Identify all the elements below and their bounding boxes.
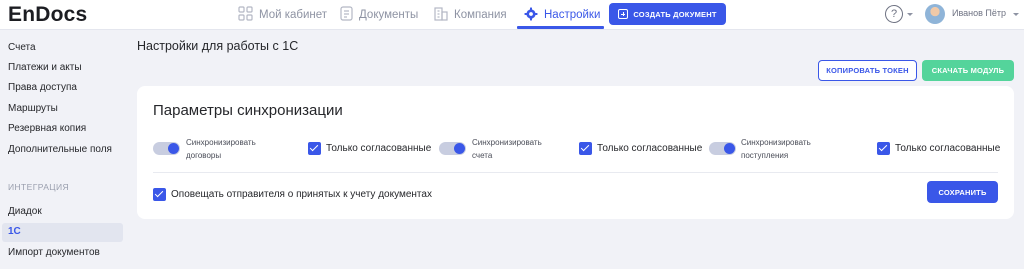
nav-item-cabinet[interactable]: Мой кабинет [238,0,327,30]
page-title: Настройки для работы с 1С [137,39,299,53]
sync-invoices-label: Синхронизировать счета [472,136,542,162]
sync-receipts-label-line1: Синхронизировать [741,138,811,147]
create-document-label: СОЗДАТЬ ДОКУМЕНТ [633,9,717,19]
chevron-down-icon[interactable] [907,13,913,16]
user-name[interactable]: Иванов Пётр [952,8,1006,18]
sync-contracts-label-line1: Синхронизировать [186,138,256,147]
sidebar-item-routes[interactable]: Маршруты [8,103,58,114]
sync-invoices-toggle[interactable] [439,142,466,155]
sidebar-item-import[interactable]: Импорт документов [8,247,100,258]
plus-icon [618,9,629,19]
active-tab-indicator [517,26,604,29]
nav-label-company: Компания [454,9,507,21]
top-bar: EnDocs Мой кабинет Документы Компания На… [0,0,1024,30]
chevron-down-icon[interactable] [1013,13,1019,16]
only-approved-receipts-checkbox[interactable] [877,142,890,155]
notify-sender-checkbox[interactable] [153,188,166,201]
sidebar-section-integration: ИНТЕГРАЦИЯ [8,182,70,192]
toggle-knob [168,143,179,154]
nav-label-documents: Документы [359,9,419,21]
sync-contracts-label: Синхронизировать договоры [186,136,256,162]
nav-label-settings: Настройки [544,9,601,21]
toggle-knob [454,143,465,154]
sidebar: Счета Платежи и акты Права доступа Маршр… [0,31,127,269]
only-approved-receipts-label: Только согласованные [895,143,1001,154]
sync-contracts-label-line2: договоры [186,151,222,160]
sidebar-item-diadoc[interactable]: Диадок [8,206,42,217]
gear-icon [524,7,538,24]
sidebar-item-access[interactable]: Права доступа [8,82,77,93]
building-icon [434,6,448,24]
toggle-knob [724,143,735,154]
only-approved-contracts-label: Только согласованные [326,143,432,154]
sync-contracts-toggle[interactable] [153,142,180,155]
sidebar-item-extra-fields[interactable]: Дополнительные поля [8,144,112,155]
only-approved-invoices-label: Только согласованные [597,143,703,154]
help-icon[interactable]: ? [885,5,903,23]
copy-token-button[interactable]: КОПИРОВАТЬ ТОКЕН [818,60,917,81]
sync-receipts-label-line2: поступления [741,151,789,160]
save-button[interactable]: СОХРАНИТЬ [927,181,998,203]
only-approved-contracts-checkbox[interactable] [308,142,321,155]
grid-icon [238,6,253,24]
download-module-button[interactable]: СКАЧАТЬ МОДУЛЬ [922,60,1014,81]
sidebar-item-1c[interactable]: 1С [8,226,21,237]
sync-invoices-label-line1: Синхронизировать [472,138,542,147]
card-title: Параметры синхронизации [153,102,343,119]
sidebar-item-accounts[interactable]: Счета [8,42,36,53]
nav-label-cabinet: Мой кабинет [259,9,328,21]
sidebar-item-payments[interactable]: Платежи и акты [8,62,82,73]
document-icon [340,6,353,24]
nav-item-company[interactable]: Компания [434,0,507,30]
divider [153,172,998,173]
nav-item-documents[interactable]: Документы [340,0,418,30]
create-document-button[interactable]: СОЗДАТЬ ДОКУМЕНТ [609,3,726,25]
sidebar-item-backup[interactable]: Резервная копия [8,123,86,134]
sync-settings-card: Параметры синхронизации Синхронизировать… [137,86,1014,219]
avatar[interactable] [925,4,945,24]
only-approved-invoices-checkbox[interactable] [579,142,592,155]
app-logo[interactable]: EnDocs [8,3,87,27]
sync-receipts-label: Синхронизировать поступления [741,136,811,162]
sync-invoices-label-line2: счета [472,151,493,160]
notify-sender-label: Оповещать отправителя о принятых к учету… [171,189,432,200]
sync-receipts-toggle[interactable] [709,142,736,155]
